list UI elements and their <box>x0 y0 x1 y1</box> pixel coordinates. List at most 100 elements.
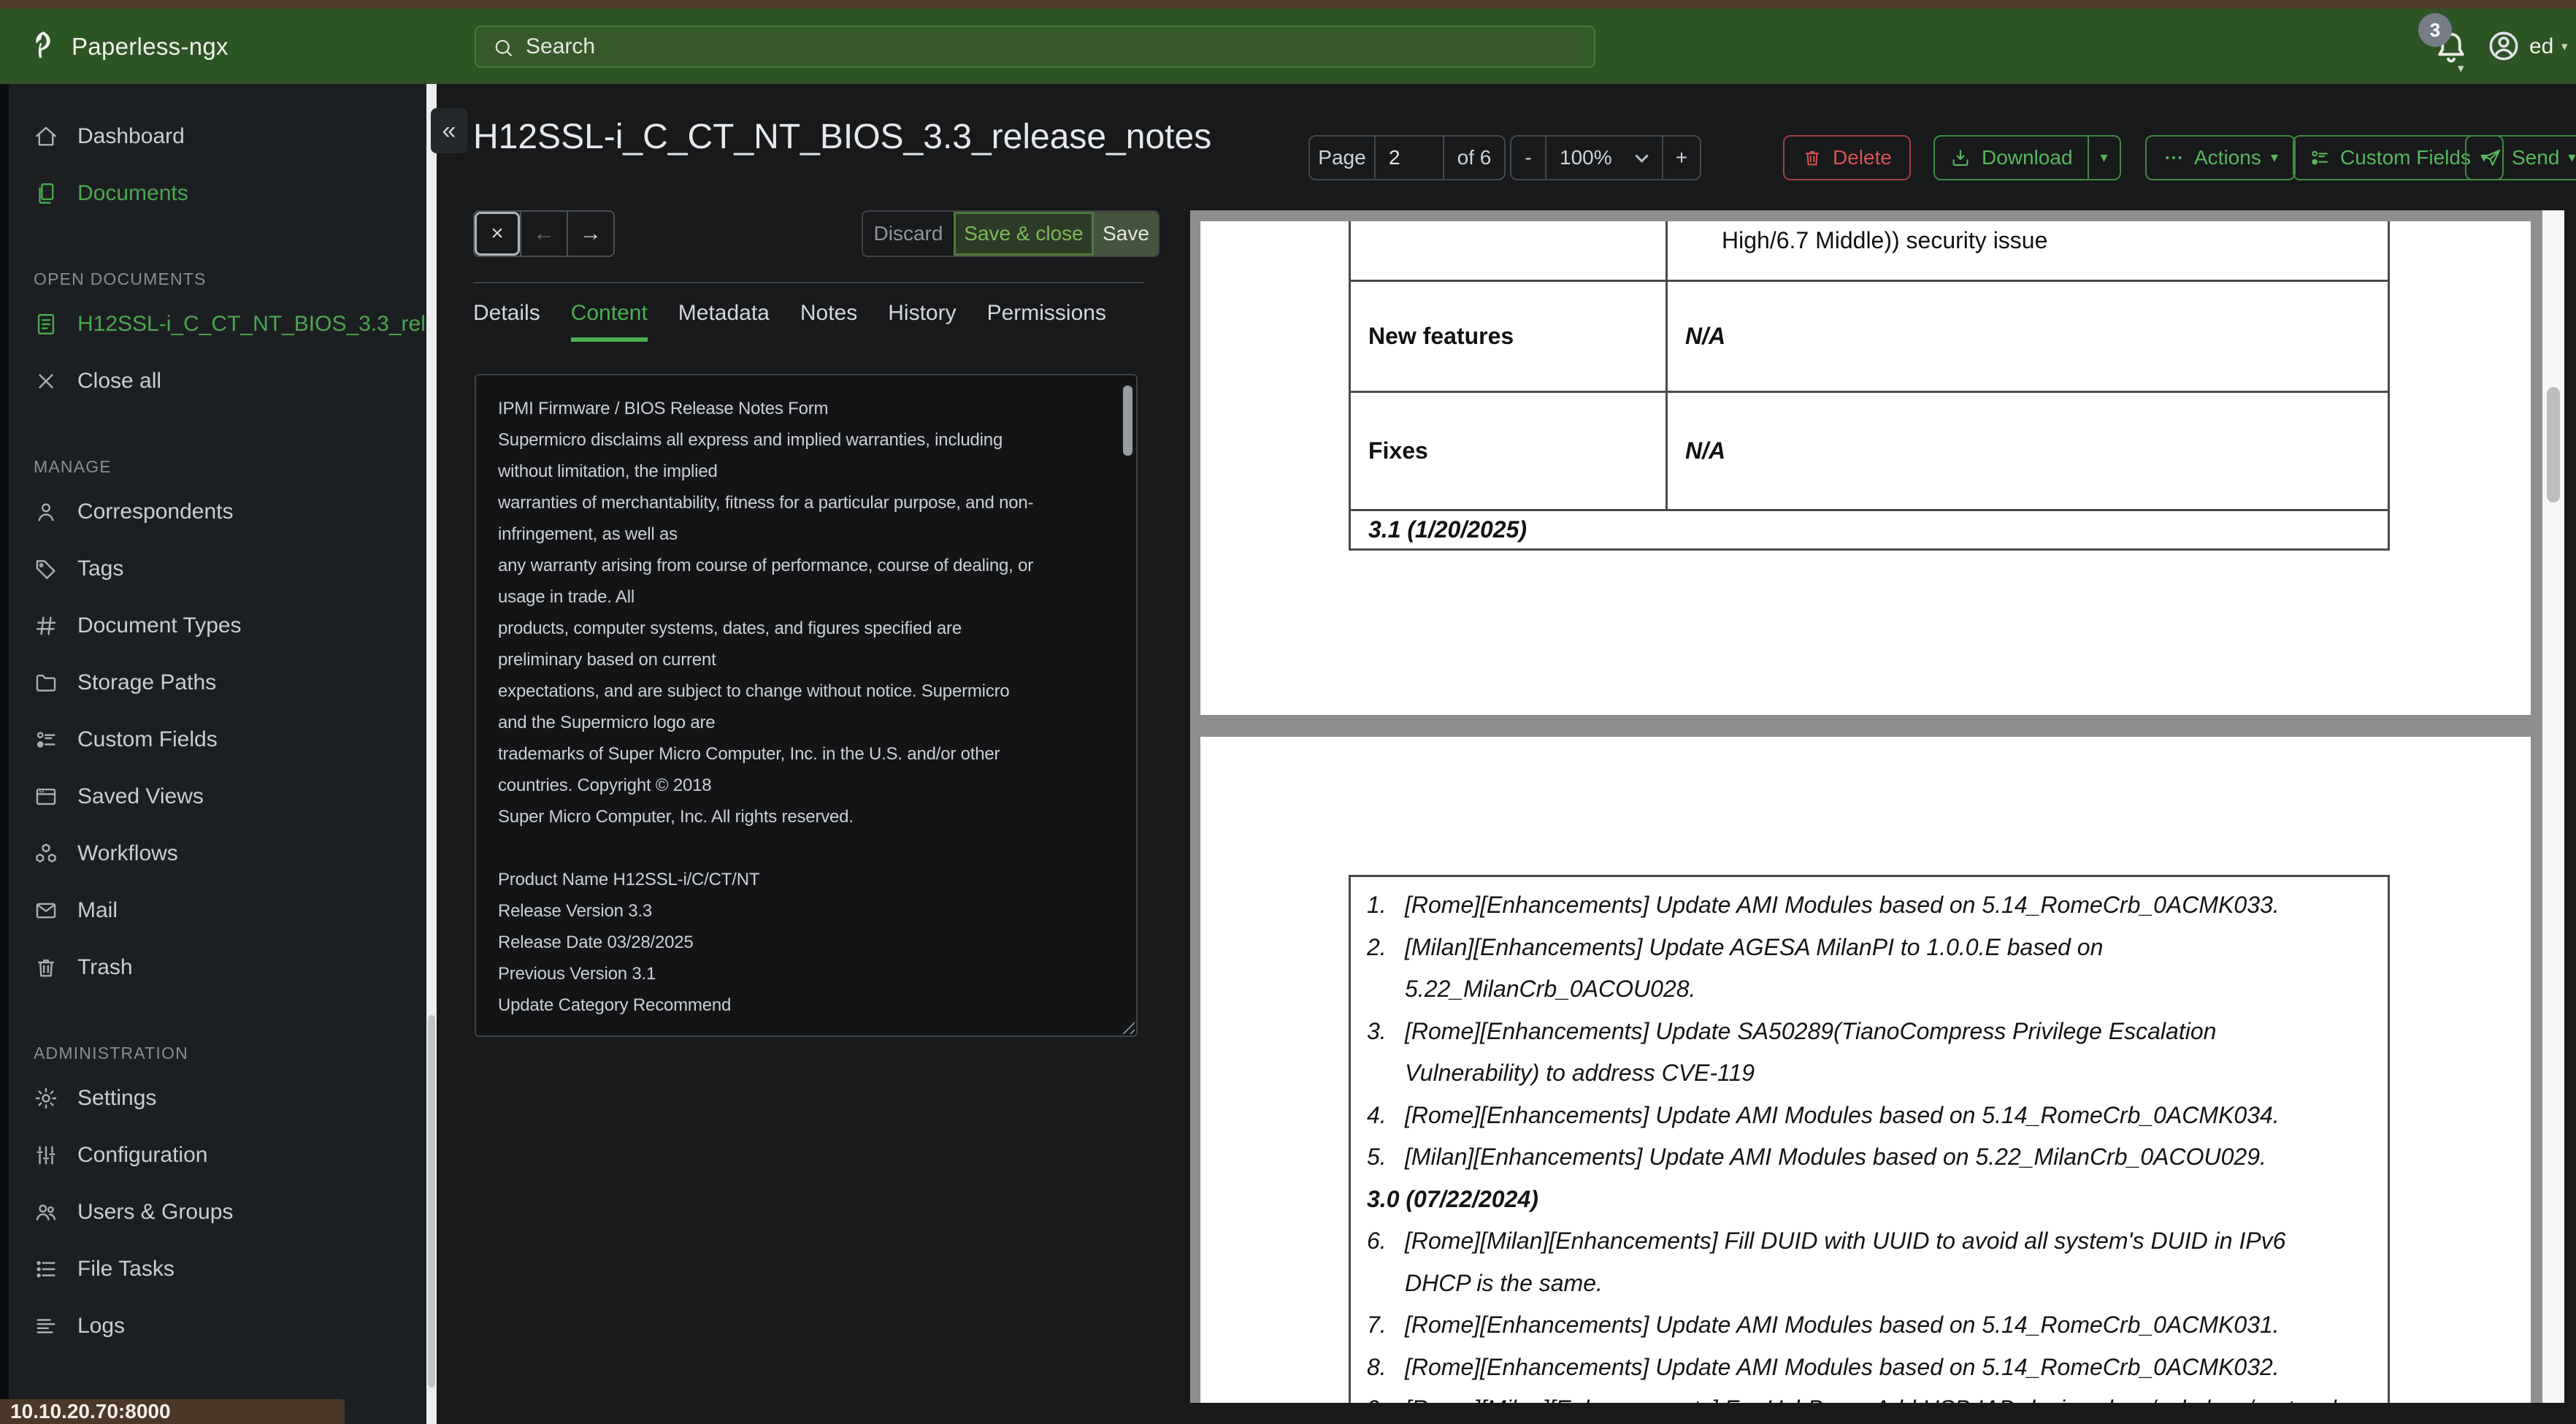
sidebar-item-configuration[interactable]: Configuration <box>9 1133 426 1177</box>
release-note-text: [Rome][Enhancements] Update AMI Modules … <box>1405 892 2280 918</box>
zoom-out-button[interactable]: - <box>1511 137 1545 179</box>
status-url-tooltip: 10.10.20.70:8000 <box>0 1399 345 1424</box>
release-note-number: 2. <box>1367 933 1387 960</box>
tab-metadata[interactable]: Metadata <box>678 301 770 342</box>
sidebar-item-custom-fields[interactable]: Custom Fields <box>9 718 426 762</box>
tag-icon <box>34 556 58 581</box>
close-icon <box>34 369 58 394</box>
release-note-line: 5.22_MilanCrb_0ACOU028. <box>1367 968 2369 1011</box>
sidebar-item-storage-paths[interactable]: Storage Paths <box>9 661 426 705</box>
release-note-text: [Rome][Milan][Enhancements] Fill DUID wi… <box>1405 1228 2286 1254</box>
sidebar-item-logs[interactable]: Logs <box>9 1304 426 1348</box>
page-count-label: of 6 <box>1457 146 1492 169</box>
workflows-icon <box>34 841 58 866</box>
close-document-button[interactable]: × <box>475 212 520 256</box>
username[interactable]: ed <box>2529 34 2553 59</box>
zoom-control-group: - 100% + <box>1510 135 1701 180</box>
custom-fields-icon <box>2309 147 2331 169</box>
discard-button[interactable]: Discard <box>863 212 954 256</box>
sidebar-item-label: Close all <box>77 369 162 393</box>
sidebar-item-correspondents[interactable]: Correspondents <box>9 490 426 534</box>
sidebar-item-settings[interactable]: Settings <box>9 1076 426 1120</box>
sidebar-item-file-tasks[interactable]: File Tasks <box>9 1247 426 1291</box>
tab-notes[interactable]: Notes <box>800 301 857 342</box>
release-note-number <box>1367 1263 1405 1305</box>
release-note-text: [Rome][Enhancements] Update AMI Modules … <box>1405 1353 2280 1380</box>
search-input[interactable] <box>526 27 1548 66</box>
sidebar-item-label: Tags <box>77 556 124 581</box>
saved-views-icon <box>34 784 58 809</box>
textarea-resize-handle[interactable] <box>1119 1018 1135 1034</box>
global-search[interactable] <box>475 26 1595 68</box>
save-and-close-button[interactable]: Save & close <box>954 212 1094 256</box>
content-text: IPMI Firmware / BIOS Release Notes Form … <box>498 399 1034 1015</box>
sidebar-section-open-documents: OPEN DOCUMENTS <box>34 269 207 288</box>
delete-button[interactable]: Delete <box>1783 135 1911 180</box>
page-number-input[interactable] <box>1376 137 1443 179</box>
release-note-number: 6. <box>1367 1228 1387 1254</box>
version-row: 3.1 (1/20/2025) <box>1349 511 2390 551</box>
download-dropdown-toggle[interactable]: ▾ <box>2087 137 2120 179</box>
next-document-button[interactable]: → <box>568 212 613 256</box>
previous-document-button[interactable]: ← <box>521 212 567 256</box>
actions-button-label: Actions <box>2194 146 2261 169</box>
pdf-scrollbar[interactable] <box>2542 210 2564 1403</box>
sidebar-item-users-groups[interactable]: Users & Groups <box>9 1190 426 1234</box>
paperless-logo-icon <box>25 28 60 63</box>
sidebar-item-dashboard[interactable]: Dashboard <box>9 115 426 158</box>
notifications-caret-icon: ▾ <box>2458 61 2464 75</box>
zoom-level-select[interactable]: 100% <box>1546 137 1662 179</box>
custom-fields-button-label: Custom Fields <box>2340 146 2471 169</box>
sidebar: Dashboard Documents OPEN DOCUMENTS H12SSL-i… <box>9 84 426 1424</box>
tab-history[interactable]: History <box>888 301 956 342</box>
save-button[interactable]: Save <box>1094 212 1158 256</box>
tab-details[interactable]: Details <box>473 301 540 342</box>
user-avatar-icon[interactable] <box>2485 28 2522 64</box>
sidebar-item-document-types[interactable]: Document Types <box>9 604 426 648</box>
zoom-in-button[interactable]: + <box>1663 137 1700 179</box>
sidebar-item-close-all[interactable]: Close all <box>9 359 426 403</box>
sidebar-item-mail[interactable]: Mail <box>9 889 426 933</box>
actions-button[interactable]: Actions ▾ <box>2145 135 2296 180</box>
zoom-level-value: 100% <box>1560 146 1612 169</box>
release-note-text: [Rome][Enhancements] Update SA50289(Tian… <box>1405 1017 2217 1044</box>
user-menu-caret-icon[interactable]: ▾ <box>2561 39 2568 54</box>
caret-down-icon: ▾ <box>2100 150 2108 166</box>
release-note-text: [Milan][Enhancements] Update AGESA Milan… <box>1405 933 2104 960</box>
notification-count-badge: 3 <box>2418 13 2452 47</box>
download-button[interactable]: Download ▾ <box>1933 135 2121 180</box>
sidebar-scrollbar-thumb[interactable] <box>428 1015 435 1387</box>
release-note-text: [Milan][Enhancements] Update AMI Modules… <box>1405 1144 2266 1170</box>
pdf-scrollbar-thumb[interactable] <box>2547 387 2560 502</box>
sidebar-item-label: Logs <box>77 1314 126 1338</box>
sidebar-item-label: Workflows <box>77 841 178 865</box>
document-title: H12SSL-i_C_CT_NT_BIOS_3.3_release_notes <box>473 118 1212 156</box>
content-textarea[interactable]: IPMI Firmware / BIOS Release Notes Form … <box>475 374 1138 1037</box>
sidebar-item-trash[interactable]: Trash <box>9 946 426 989</box>
textarea-scrollbar-thumb[interactable] <box>1123 386 1132 456</box>
tab-permissions[interactable]: Permissions <box>987 301 1106 342</box>
download-icon <box>1950 147 1971 169</box>
table-row-value: N/A <box>1668 282 2390 391</box>
sidebar-item-workflows[interactable]: Workflows <box>9 832 426 876</box>
release-note-number: 8. <box>1367 1353 1387 1380</box>
brand-name[interactable]: Paperless-ngx <box>72 33 229 61</box>
sidebar-item-tags[interactable]: Tags <box>9 547 426 591</box>
table-cell-empty <box>1349 221 1668 280</box>
sidebar-item-documents[interactable]: Documents <box>9 172 426 215</box>
search-icon <box>492 37 515 59</box>
sidebar-scrollbar[interactable] <box>426 84 437 1424</box>
send-button[interactable]: Send ▾ <box>2465 135 2576 180</box>
sidebar-item-label: Dashboard <box>77 124 185 148</box>
release-note-line: 8. [Rome][Enhancements] Update AMI Module… <box>1367 1347 2369 1389</box>
sidebar-item-h12ssl-i-c-ct-nt-bios-3-3-rel[interactable]: H12SSL-i_C_CT_NT_BIOS_3.3_rel... <box>9 302 426 346</box>
users-icon <box>34 1200 58 1225</box>
release-note-line: DHCP is the same. <box>1367 1263 2369 1305</box>
release-note-line: 3. [Rome][Enhancements] Update SA50289(Ti… <box>1367 1011 2369 1053</box>
tab-content[interactable]: Content <box>570 301 648 342</box>
page-navigation-group: Page of 6 <box>1308 135 1506 180</box>
sidebar-item-saved-views[interactable]: Saved Views <box>9 775 426 819</box>
delete-button-label: Delete <box>1833 146 1892 169</box>
collapse-sidebar-button[interactable]: « <box>431 108 467 153</box>
sidebar-item-label: Correspondents <box>77 499 234 524</box>
